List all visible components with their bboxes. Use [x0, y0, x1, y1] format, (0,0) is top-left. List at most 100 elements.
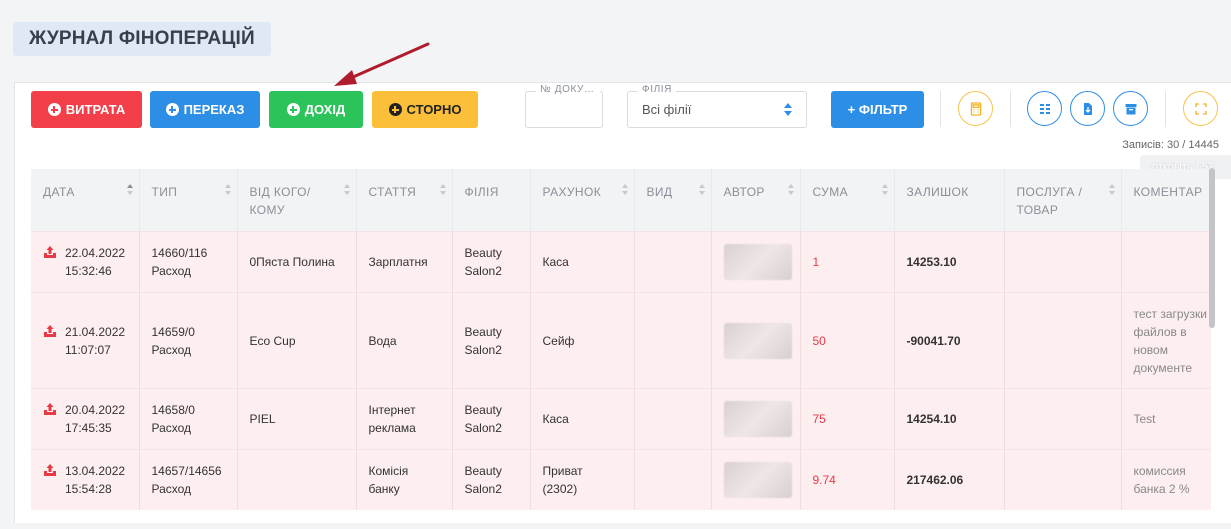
calculator-button[interactable]: [958, 91, 993, 126]
comment-cell: комиссия банка 2 %: [1121, 449, 1211, 510]
sort-icon: [1108, 184, 1115, 195]
branch-label: ФІЛІЯ: [638, 84, 676, 95]
column-header-party[interactable]: ВІД КОГО/КОМУ: [237, 169, 357, 232]
party-cell: [237, 449, 357, 510]
columns-button[interactable]: [1027, 91, 1062, 126]
expense-button[interactable]: ВИТРАТА: [31, 91, 142, 128]
author-cell: [711, 292, 801, 389]
column-header-kind[interactable]: ВИД: [634, 169, 712, 232]
income-button[interactable]: ДОХІД: [269, 91, 363, 128]
comment-cell: тест загрузки файлов в новом документе: [1121, 292, 1211, 389]
list-columns-icon: [1039, 103, 1050, 114]
branch-cell: Beauty Salon2: [452, 388, 531, 450]
date-cell: 22.04.2022 15:32:46: [31, 231, 140, 293]
amount-cell: 9.74: [800, 449, 895, 510]
archive-icon: [1125, 103, 1136, 114]
date-cell: 21.04.2022 11:07:07: [31, 292, 140, 389]
type-cell: 14657/14656 Расход: [139, 449, 238, 510]
author-cell: [711, 449, 801, 510]
article-cell: Вода: [356, 292, 453, 389]
upload-icon: [44, 324, 56, 337]
sort-icon: [126, 184, 133, 195]
branch-cell: Beauty Salon2: [452, 231, 531, 293]
fullscreen-button[interactable]: [1183, 91, 1218, 126]
table-row[interactable]: 20.04.2022 17:45:35 14658/0 Расход PIEL Ін…: [31, 388, 1211, 450]
avatar: [723, 401, 792, 437]
sort-icon: [787, 184, 794, 195]
column-header-service[interactable]: ПОСЛУГА / ТОВАР: [1004, 169, 1122, 232]
comment-cell: [1121, 231, 1211, 293]
avatar: [723, 244, 792, 280]
table-row[interactable]: 22.04.2022 15:32:46 14660/116 Расход 0Пяст…: [31, 231, 1211, 293]
branch-select[interactable]: ФІЛІЯ Всі філії: [627, 84, 807, 128]
balance-cell: 217462.06: [894, 449, 1005, 510]
archive-button[interactable]: [1113, 91, 1148, 126]
upload-icon: [44, 246, 56, 258]
kind-cell: [634, 231, 712, 293]
balance-cell: 14253.10: [894, 231, 1005, 293]
sort-icon: [881, 184, 888, 195]
upload-icon: [44, 403, 56, 415]
toolbar-divider: [940, 91, 941, 127]
type-cell: 14660/116 Расход: [139, 231, 238, 293]
column-header-date[interactable]: ДАТА: [31, 169, 140, 232]
storno-button[interactable]: СТОРНО: [372, 91, 478, 128]
column-header-author[interactable]: АВТОР: [711, 169, 801, 232]
account-cell: Приват (2302): [530, 449, 635, 510]
balance-cell: 14254.10: [894, 388, 1005, 450]
party-cell: 0Пяста Полина: [237, 231, 357, 293]
sort-icon: [224, 184, 231, 195]
expand-icon: [1194, 102, 1207, 115]
select-arrows-icon: [784, 103, 792, 116]
records-count: Записів: 30 / 14445: [1122, 139, 1219, 151]
author-cell: [711, 231, 801, 293]
avatar: [723, 462, 792, 498]
table-row[interactable]: 13.04.2022 15:54:28 14657/14656 Расход Ком…: [31, 449, 1211, 510]
column-header-balance: ЗАЛИШОК: [894, 169, 1005, 232]
avatar: [723, 322, 792, 359]
filter-button[interactable]: + ФІЛЬТР: [831, 91, 924, 128]
page-title: ЖУРНАЛ ФІНОПЕРАЦІЙ: [13, 22, 271, 56]
amount-cell: 50: [800, 292, 895, 389]
service-cell: [1004, 231, 1122, 293]
column-header-article[interactable]: СТАТТЯ: [356, 169, 453, 232]
branch-cell: Beauty Salon2: [452, 292, 531, 389]
export-button[interactable]: [1070, 91, 1105, 126]
plus-circle-icon: [165, 103, 179, 116]
upload-icon: [44, 464, 56, 476]
sort-icon: [343, 184, 350, 195]
plus-circle-icon: [47, 103, 61, 116]
expense-button-label: ВИТРАТА: [65, 102, 126, 117]
kind-cell: [634, 449, 712, 510]
account-cell: Каса: [530, 231, 635, 293]
party-cell: PIEL: [237, 388, 357, 450]
column-header-account[interactable]: РАХУНОК: [530, 169, 635, 232]
branch-select-value: Всі філії: [642, 102, 692, 117]
date-cell: 20.04.2022 17:45:35: [31, 388, 140, 450]
income-button-label: ДОХІД: [304, 102, 346, 117]
toolbar-divider: [1165, 91, 1166, 127]
type-cell: 14658/0 Расход: [139, 388, 238, 450]
operations-card: ВИТРАТА ПЕРЕКАЗ ДОХІД СТОРНО № ДОКУМЕНТА…: [14, 82, 1231, 523]
amount-cell: 75: [800, 388, 895, 450]
column-header-amount[interactable]: СУМА: [800, 169, 895, 232]
author-cell: [711, 388, 801, 450]
service-cell: [1004, 388, 1122, 450]
party-cell: Eco Cup: [237, 292, 357, 389]
doc-number-input[interactable]: № ДОКУМЕНТА: [525, 84, 603, 128]
service-cell: [1004, 449, 1122, 510]
file-download-icon: [1083, 102, 1092, 115]
article-cell: Комісія банку: [356, 449, 453, 510]
table-scrollbar[interactable]: [1209, 168, 1215, 328]
amount-cell: 1: [800, 231, 895, 293]
calculator-icon: [970, 101, 981, 116]
operations-table: ДАТА ТИП ВІД КОГО/КОМУ СТАТТЯ ФІЛІЯ РАХУ…: [31, 169, 1211, 529]
column-header-branch: ФІЛІЯ: [452, 169, 531, 232]
sort-icon: [621, 184, 628, 195]
plus-circle-icon: [286, 103, 300, 116]
table-row[interactable]: 21.04.2022 11:07:07 14659/0 Расход Eco Cup…: [31, 292, 1211, 389]
plus-circle-icon: [388, 103, 402, 116]
type-cell: 14659/0 Расход: [139, 292, 238, 389]
transfer-button[interactable]: ПЕРЕКАЗ: [150, 91, 260, 128]
column-header-type[interactable]: ТИП: [139, 169, 238, 232]
